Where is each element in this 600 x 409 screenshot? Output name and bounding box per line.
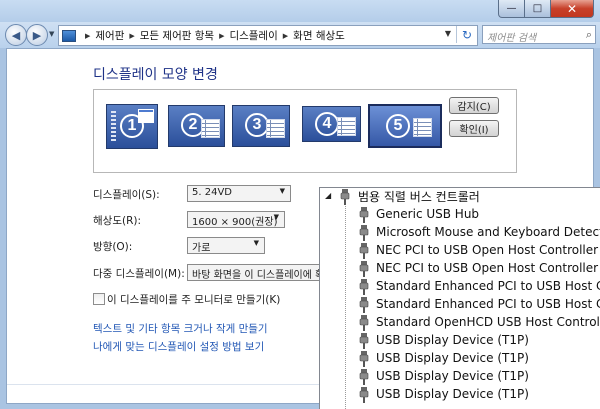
orientation-label: 방향(O):	[93, 241, 133, 253]
text-size-link[interactable]: 텍스트 및 기타 항목 크거나 작게 만들기	[93, 321, 268, 336]
device-list-item[interactable]: Standard OpenHCD USB Host Controller	[320, 314, 600, 332]
device-label: NEC PCI to USB Open Host Controller	[376, 243, 599, 257]
usb-device-icon	[359, 225, 369, 241]
usb-device-icon	[359, 333, 369, 349]
multi-display-label: 다중 디스플레이(M):	[93, 268, 185, 280]
chevron-right-icon: ▶	[219, 31, 225, 40]
usb-device-icon	[359, 243, 369, 259]
device-label: Standard Enhanced PCI to USB Host Contro…	[376, 279, 600, 293]
monitor-5[interactable]: 5	[368, 104, 442, 148]
resolution-select[interactable]: 1600 × 900(권장) ▼	[187, 211, 285, 228]
primary-monitor-label: 이 디스플레이를 주 모니터로 만들기(K)	[107, 294, 281, 306]
chevron-down-icon: ▼	[273, 213, 279, 221]
resolution-value: 1600 × 900(권장)	[192, 217, 278, 228]
device-list-item[interactable]: Standard Enhanced PCI to USB Host Contro…	[320, 278, 600, 296]
usb-device-icon	[359, 387, 369, 403]
orientation-select[interactable]: 가로 ▼	[187, 237, 265, 254]
grid-icon	[201, 119, 220, 138]
refresh-icon[interactable]: ↻	[456, 26, 477, 43]
collapse-triangle-icon[interactable]: ◢	[325, 191, 331, 200]
device-label: USB Display Device (T1P)	[376, 387, 529, 401]
search-placeholder: 제어판 검색	[487, 33, 537, 44]
primary-monitor-checkbox[interactable]	[93, 293, 105, 305]
resolution-label: 해상도(R):	[93, 215, 142, 227]
orientation-value: 가로	[192, 243, 211, 254]
multi-display-value: 바탕 화면을 이 디스플레이에 확장	[192, 270, 321, 281]
display-select[interactable]: 5. 24VD ▼	[187, 185, 291, 202]
close-button[interactable]: ✕	[551, 0, 594, 18]
device-list-item[interactable]: NEC PCI to USB Open Host Controller	[320, 242, 600, 260]
device-label: Microsoft Mouse and Keyboard Detection	[376, 225, 600, 239]
address-bar[interactable]: ▶ 제어판 ▶ 모든 제어판 항목 ▶ 디스플레이 ▶ 화면 해상도 ▼ ↻	[58, 25, 478, 46]
back-arrow-icon[interactable]: ◀	[5, 24, 27, 46]
recent-pages-dropdown[interactable]: ▼	[49, 30, 54, 38]
grid-icon	[266, 119, 285, 138]
display-value: 5. 24VD	[192, 187, 232, 198]
usb-device-icon	[359, 297, 369, 313]
minimize-button[interactable]: —	[498, 0, 525, 18]
device-label: NEC PCI to USB Open Host Controller	[376, 261, 599, 275]
usb-device-icon	[359, 261, 369, 277]
tree-category-usb[interactable]: ◢ 범용 직렬 버스 컨트롤러	[320, 188, 600, 206]
usb-device-icon	[359, 351, 369, 367]
address-dropdown-icon[interactable]: ▼	[445, 29, 451, 38]
display-label: 디스플레이(S):	[93, 189, 160, 201]
breadcrumb-all-items[interactable]: 모든 제어판 항목	[140, 28, 214, 43]
page-title: 디스플레이 모양 변경	[93, 67, 218, 83]
monitor-3[interactable]: 3	[232, 105, 290, 147]
breadcrumb-resolution[interactable]: 화면 해상도	[293, 28, 345, 43]
chevron-down-icon: ▼	[279, 187, 285, 195]
monitor-1[interactable]: 1	[106, 104, 158, 149]
title-bar: — □ ✕	[0, 0, 600, 22]
control-panel-icon	[62, 29, 76, 42]
navigation-bar: ◀ ▶ ▼ ▶ 제어판 ▶ 모든 제어판 항목 ▶ 디스플레이 ▶ 화면 해상도…	[0, 22, 600, 48]
monitor-4[interactable]: 4	[302, 106, 361, 142]
device-manager-tree: ◢ 범용 직렬 버스 컨트롤러 Generic USB Hub Microsoft…	[319, 187, 600, 409]
window-icon	[138, 109, 154, 123]
device-list-item[interactable]: Generic USB Hub	[320, 206, 600, 224]
device-label: Standard Enhanced PCI to USB Host Contro…	[376, 297, 600, 311]
device-list-item[interactable]: USB Display Device (T1P)	[320, 368, 600, 386]
device-label: USB Display Device (T1P)	[376, 333, 529, 347]
device-list-item[interactable]: USB Display Device (T1P)	[320, 350, 600, 368]
device-label: USB Display Device (T1P)	[376, 351, 529, 365]
usb-controller-icon	[340, 189, 350, 205]
chevron-down-icon: ▼	[253, 239, 259, 247]
usb-device-icon	[359, 369, 369, 385]
usb-device-icon	[359, 315, 369, 331]
display-help-link[interactable]: 나에게 맞는 디스플레이 설정 방법 보기	[93, 339, 264, 354]
device-list-item[interactable]: Microsoft Mouse and Keyboard Detection	[320, 224, 600, 242]
device-label: Generic USB Hub	[376, 207, 480, 221]
breadcrumb-control-panel[interactable]: 제어판	[95, 28, 124, 43]
monitor-bars-icon	[111, 111, 116, 141]
usb-device-icon	[359, 279, 369, 295]
device-list-item[interactable]: Standard Enhanced PCI to USB Host Contro…	[320, 296, 600, 314]
chevron-right-icon: ▶	[129, 31, 135, 40]
chevron-right-icon: ▶	[282, 31, 289, 40]
window-controls: — □ ✕	[498, 0, 594, 18]
multi-display-select[interactable]: 바탕 화면을 이 디스플레이에 확장	[187, 264, 321, 281]
tree-category-label: 범용 직렬 버스 컨트롤러	[358, 190, 480, 204]
breadcrumb-display[interactable]: 디스플레이	[229, 28, 277, 43]
device-list-item[interactable]: USB Display Device (T1P)	[320, 332, 600, 350]
search-input[interactable]: 제어판 검색 ⌕	[482, 25, 596, 44]
maximize-button[interactable]: □	[525, 0, 551, 18]
identify-button[interactable]: 확인(I)	[449, 120, 499, 137]
monitor-2[interactable]: 2	[168, 105, 225, 147]
chevron-right-icon: ▶	[85, 31, 91, 40]
usb-device-icon	[359, 207, 369, 223]
monitor-number: 5	[386, 114, 410, 138]
device-list-item[interactable]: USB Display Device (T1P)	[320, 386, 600, 404]
grid-icon	[337, 117, 356, 136]
search-icon[interactable]: ⌕	[586, 28, 592, 42]
device-label: Standard OpenHCD USB Host Controller	[376, 315, 600, 329]
monitor-number: 4	[315, 112, 339, 136]
device-label: USB Display Device (T1P)	[376, 369, 529, 383]
detect-button[interactable]: 감지(C)	[449, 97, 499, 114]
grid-icon	[413, 118, 432, 137]
forward-arrow-icon[interactable]: ▶	[26, 24, 48, 46]
device-list-item[interactable]: NEC PCI to USB Open Host Controller	[320, 260, 600, 278]
